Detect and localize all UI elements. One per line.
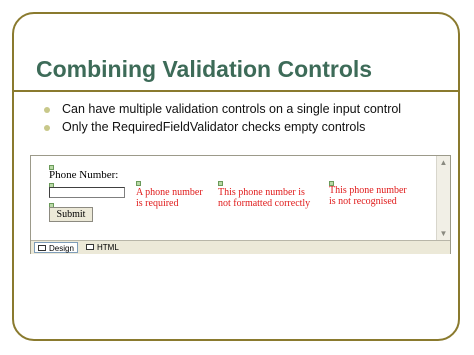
title-divider — [12, 90, 460, 92]
scroll-up-icon[interactable]: ▲ — [438, 157, 449, 168]
recognition-validator[interactable]: This phone number is not recognised — [329, 185, 407, 207]
tab-design[interactable]: Design — [34, 242, 78, 253]
bullet-icon — [44, 125, 50, 131]
bullet-text: Only the RequiredFieldValidator checks e… — [62, 120, 366, 134]
designer-window: Phone Number: Submit A phone number is r… — [30, 155, 451, 254]
vertical-scrollbar[interactable]: ▲ ▼ — [436, 156, 450, 240]
bullet-item: Can have multiple validation controls on… — [44, 101, 401, 118]
slide-title: Combining Validation Controls — [36, 56, 373, 82]
view-tab-bar: Design HTML — [31, 240, 450, 254]
submit-button[interactable]: Submit — [49, 207, 93, 222]
bullet-item: Only the RequiredFieldValidator checks e… — [44, 119, 401, 136]
bullet-icon — [44, 107, 50, 113]
scroll-down-icon[interactable]: ▼ — [438, 228, 449, 239]
bullet-list: Can have multiple validation controls on… — [44, 101, 401, 137]
bullet-text: Can have multiple validation controls on… — [62, 102, 402, 116]
html-view-icon — [86, 244, 94, 250]
phone-number-label: Phone Number: — [49, 169, 119, 181]
control-glyph-icon[interactable] — [136, 181, 141, 186]
required-validator[interactable]: A phone number is required — [136, 187, 203, 209]
design-canvas: Phone Number: Submit A phone number is r… — [31, 156, 437, 240]
format-validator[interactable]: This phone number is not formatted corre… — [218, 187, 310, 209]
tab-design-label: Design — [49, 244, 74, 253]
tab-html[interactable]: HTML — [83, 242, 123, 253]
design-view-icon — [38, 245, 46, 251]
tab-html-label: HTML — [97, 243, 119, 252]
control-glyph-icon[interactable] — [218, 181, 223, 186]
phone-input[interactable] — [49, 187, 125, 198]
